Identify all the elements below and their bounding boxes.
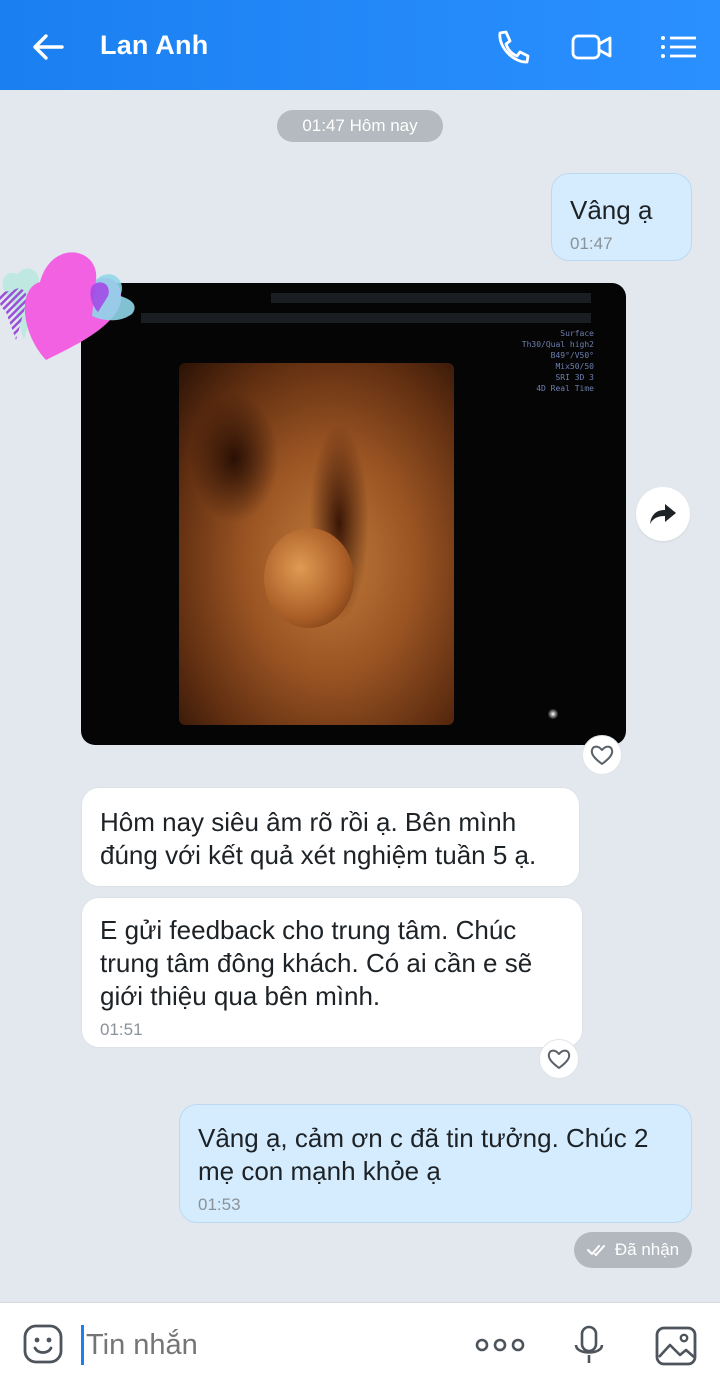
message-time: 01:53 bbox=[198, 1195, 241, 1214]
overlay-line: B49°/V50° bbox=[550, 351, 594, 360]
overlay-line: 4D Real Time bbox=[536, 384, 594, 393]
menu-list-icon[interactable] bbox=[656, 26, 700, 68]
delivery-status-badge: Đã nhận bbox=[574, 1232, 692, 1268]
forward-arrow-icon bbox=[650, 504, 676, 524]
reaction-heart-button[interactable] bbox=[582, 735, 622, 775]
chat-header: Lan Anh bbox=[0, 0, 720, 90]
message-text: Vâng ạ, cảm ơn c đã tin tưởng. Chúc 2 mẹ… bbox=[198, 1123, 649, 1186]
hearts-sticker bbox=[0, 252, 135, 360]
message-time: 01:51 bbox=[100, 1020, 143, 1039]
outgoing-message[interactable]: Vâng ạ, cảm ơn c đã tin tưởng. Chúc 2 mẹ… bbox=[179, 1104, 692, 1223]
message-text: E gửi feedback cho trung tâm. Chúc trung… bbox=[100, 915, 533, 1011]
forward-button[interactable] bbox=[636, 487, 690, 541]
scan-header-bar bbox=[271, 293, 591, 303]
more-options-icon[interactable] bbox=[474, 1325, 526, 1365]
reaction-heart-button[interactable] bbox=[539, 1039, 579, 1079]
scan-shadow bbox=[189, 393, 279, 523]
text-cursor bbox=[81, 1325, 84, 1365]
incoming-message[interactable]: Hôm nay siêu âm rõ rồi ạ. Bên mình đúng … bbox=[81, 787, 580, 887]
video-call-icon[interactable] bbox=[570, 26, 614, 68]
sticker-emoji-icon[interactable] bbox=[22, 1323, 64, 1365]
overlay-line: SRI 3D 3 bbox=[555, 373, 594, 382]
back-arrow-icon[interactable] bbox=[28, 28, 68, 66]
heart-outline-icon bbox=[547, 1049, 571, 1069]
ultrasound-image[interactable]: Surface Th30/Qual high2 B49°/V50° Mix50/… bbox=[81, 283, 626, 745]
message-composer bbox=[0, 1302, 720, 1379]
microphone-icon[interactable] bbox=[572, 1325, 606, 1367]
scan-header-bar bbox=[141, 313, 591, 323]
message-input[interactable] bbox=[86, 1325, 446, 1365]
scan-embryo bbox=[264, 528, 354, 628]
date-time-chip: 01:47 Hôm nay bbox=[277, 110, 443, 142]
scan-settings-overlay: Surface Th30/Qual high2 B49°/V50° Mix50/… bbox=[514, 328, 594, 394]
ultrasound-render bbox=[179, 363, 454, 725]
heart-outline-icon bbox=[590, 745, 614, 765]
overlay-line: Surface bbox=[560, 329, 594, 338]
overlay-line: Mix50/50 bbox=[555, 362, 594, 371]
phone-icon[interactable] bbox=[490, 26, 534, 68]
message-text: Vâng ạ bbox=[570, 195, 653, 225]
message-time: 01:47 bbox=[570, 234, 613, 253]
image-gallery-icon[interactable] bbox=[654, 1325, 698, 1367]
status-text: Đã nhận bbox=[614, 1240, 680, 1259]
incoming-message[interactable]: E gửi feedback cho trung tâm. Chúc trung… bbox=[81, 897, 583, 1048]
outgoing-message[interactable]: Vâng ạ 01:47 bbox=[551, 173, 692, 261]
contact-name[interactable]: Lan Anh bbox=[100, 30, 208, 61]
scan-marker bbox=[548, 709, 558, 719]
double-check-icon bbox=[586, 1245, 605, 1256]
overlay-line: Th30/Qual high2 bbox=[521, 340, 594, 349]
message-text: Hôm nay siêu âm rõ rồi ạ. Bên mình đúng … bbox=[100, 807, 537, 870]
